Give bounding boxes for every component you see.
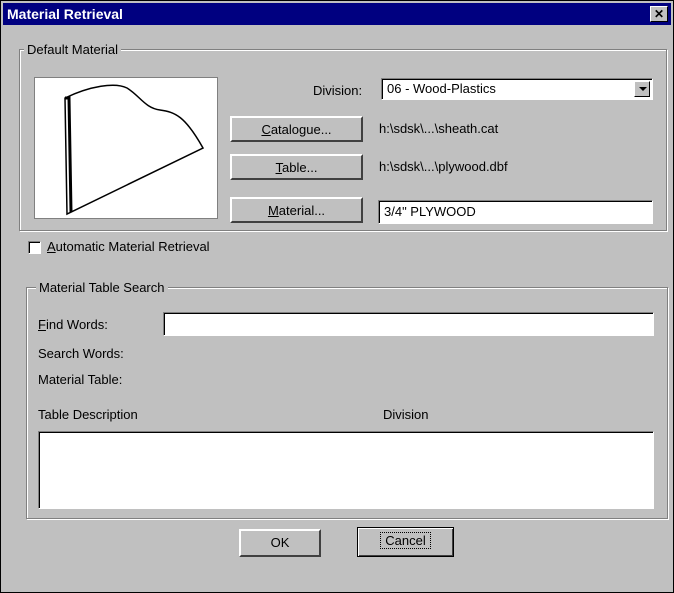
division-dropdown[interactable]: 06 - Wood-Plastics [381,78,653,100]
catalogue-path: h:\sdsk\...\sheath.cat [379,121,499,136]
table-path: h:\sdsk\...\plywood.dbf [379,159,508,174]
catalogue-button[interactable]: Catalogue... [230,116,363,142]
material-retrieval-dialog: Material Retrieval ✕ Default Material Di… [0,0,674,593]
material-table-list[interactable] [38,431,654,509]
chevron-down-icon[interactable] [634,81,650,97]
division-value: 06 - Wood-Plastics [387,81,496,96]
material-button[interactable]: Material... [230,197,363,223]
division-label: Division: [313,83,363,98]
ok-button[interactable]: OK [239,529,321,557]
material-preview-image [34,77,218,219]
close-icon: ✕ [653,7,665,21]
search-words-label: Search Words: [38,346,124,361]
auto-retrieval-mnemonic: A [47,239,56,254]
table-label: able... [282,160,318,175]
material-table-search-group-label: Material Table Search [36,280,168,295]
table-button[interactable]: Table... [230,154,363,180]
auto-retrieval-checkbox[interactable] [28,241,41,254]
material-field[interactable]: 3/4" PLYWOOD [378,200,653,224]
title-bar[interactable]: Material Retrieval ✕ [3,3,671,25]
find-words-input[interactable] [163,312,654,336]
auto-retrieval-label[interactable]: Automatic Material Retrieval [47,239,210,254]
cancel-button[interactable]: Cancel [357,527,454,557]
default-material-group-label: Default Material [24,42,122,57]
catalogue-mnemonic: C [261,122,271,137]
col-table-description[interactable]: Table Description [38,407,138,422]
plywood-sheet-icon [64,84,205,216]
close-button[interactable]: ✕ [650,6,668,22]
col-division[interactable]: Division [383,407,429,422]
material-mnemonic: M [267,203,279,218]
dialog-title: Material Retrieval [7,6,123,22]
catalogue-label: atalogue... [270,122,332,137]
cancel-label: Cancel [380,532,431,549]
material-value: 3/4" PLYWOOD [384,204,476,219]
material-label: aterial... [278,203,326,218]
material-table-label: Material Table: [38,372,123,387]
find-words-label: Find Words: [38,317,108,332]
find-words-mnemonic: F [38,317,46,332]
